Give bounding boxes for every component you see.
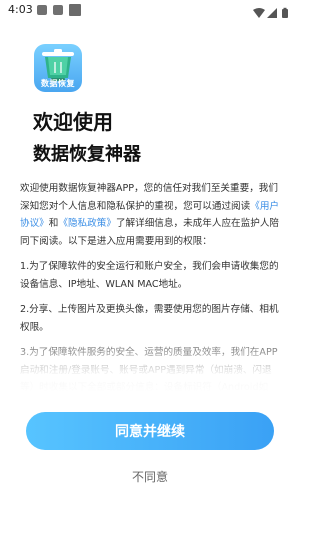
square-icon [69, 4, 81, 16]
signal-icon [267, 8, 277, 18]
app-logo-label: 数据恢复 [41, 79, 75, 88]
permission-item-1: 1.为了保障软件的安全运行和账户安全，我们会申请收集您的设备信息、IP地址、WL… [20, 261, 279, 290]
privacy-policy-link[interactable]: 《隐私政策》 [58, 218, 116, 229]
a-icon [53, 5, 63, 15]
agreement-scroll-area[interactable]: 欢迎使用数据恢复神器APP，您的信任对我们至关重要，我们深知您对个人信息和隐私保… [20, 180, 282, 392]
and-text: 和 [48, 218, 59, 229]
system-indicators [252, 4, 292, 18]
permission-item-2: 2.分享、上传图片及更换头像，需要使用您的图片存储、相机权限。 [20, 304, 279, 333]
app-name-title: 数据恢复神器 [33, 144, 141, 165]
welcome-title: 欢迎使用 [33, 110, 113, 134]
intro-text: 欢迎使用数据恢复神器APP，您的信任对我们至关重要，我们深知您对个人信息和隐私保… [20, 183, 278, 212]
battery-icon [282, 7, 288, 18]
agree-continue-button[interactable]: 同意并继续 [26, 412, 274, 450]
status-time: 4:03 [8, 3, 33, 16]
app-logo: 数据恢复 [34, 44, 82, 92]
status-bar: 4:03 [0, 0, 300, 22]
wifi-icon [253, 8, 265, 18]
gallery-icon [37, 5, 47, 15]
agreement-intro: 欢迎使用数据恢复神器APP，您的信任对我们至关重要，我们深知您对个人信息和隐私保… [20, 180, 282, 250]
disagree-button[interactable]: 不同意 [100, 465, 200, 487]
permission-item-3: 3.为了保障软件服务的安全、运营的质量及效率，我们在APP启动和注册/登录账号、… [20, 347, 278, 392]
